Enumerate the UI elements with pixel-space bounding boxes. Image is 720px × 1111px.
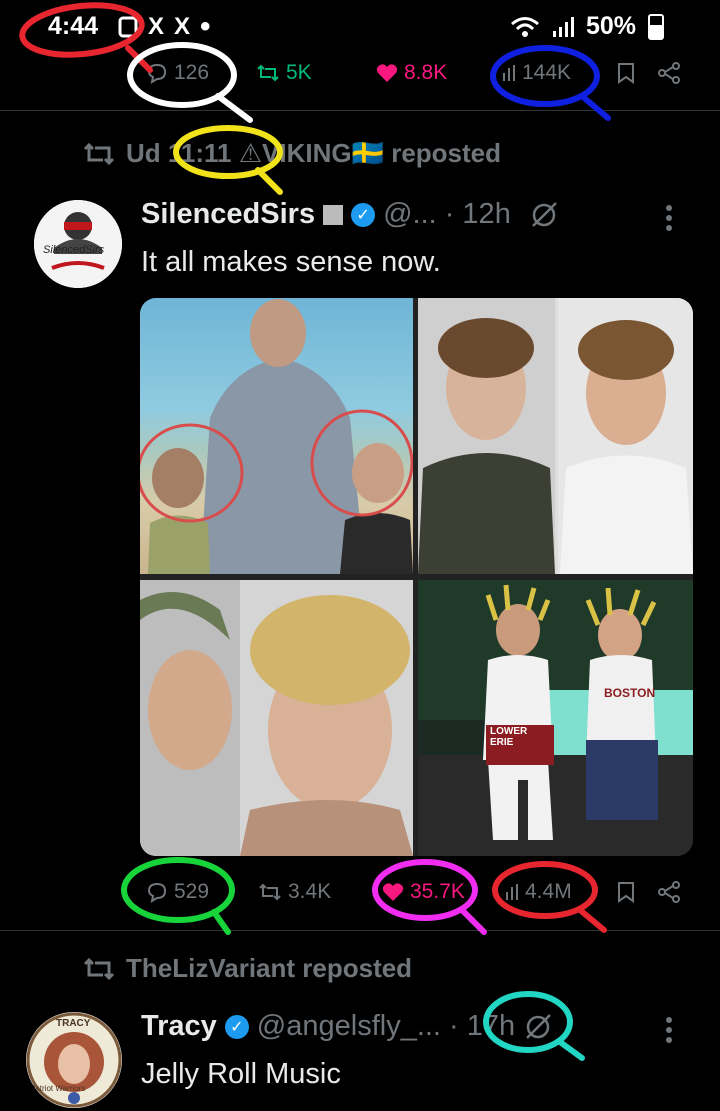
annotation-tail-cyan xyxy=(557,1039,585,1061)
annotation-circle-yellow xyxy=(173,125,283,179)
annotation-tail-yellow xyxy=(255,167,283,195)
annotation-tail-magenta xyxy=(459,907,487,935)
annotation-tail-red-2 xyxy=(577,907,607,933)
annotation-circle-red xyxy=(19,2,145,58)
annotation-overlay xyxy=(19,2,611,1061)
annotation-tail-blue xyxy=(579,93,611,121)
annotation-tail-green xyxy=(211,909,231,935)
annotation-tail-white xyxy=(215,93,253,123)
